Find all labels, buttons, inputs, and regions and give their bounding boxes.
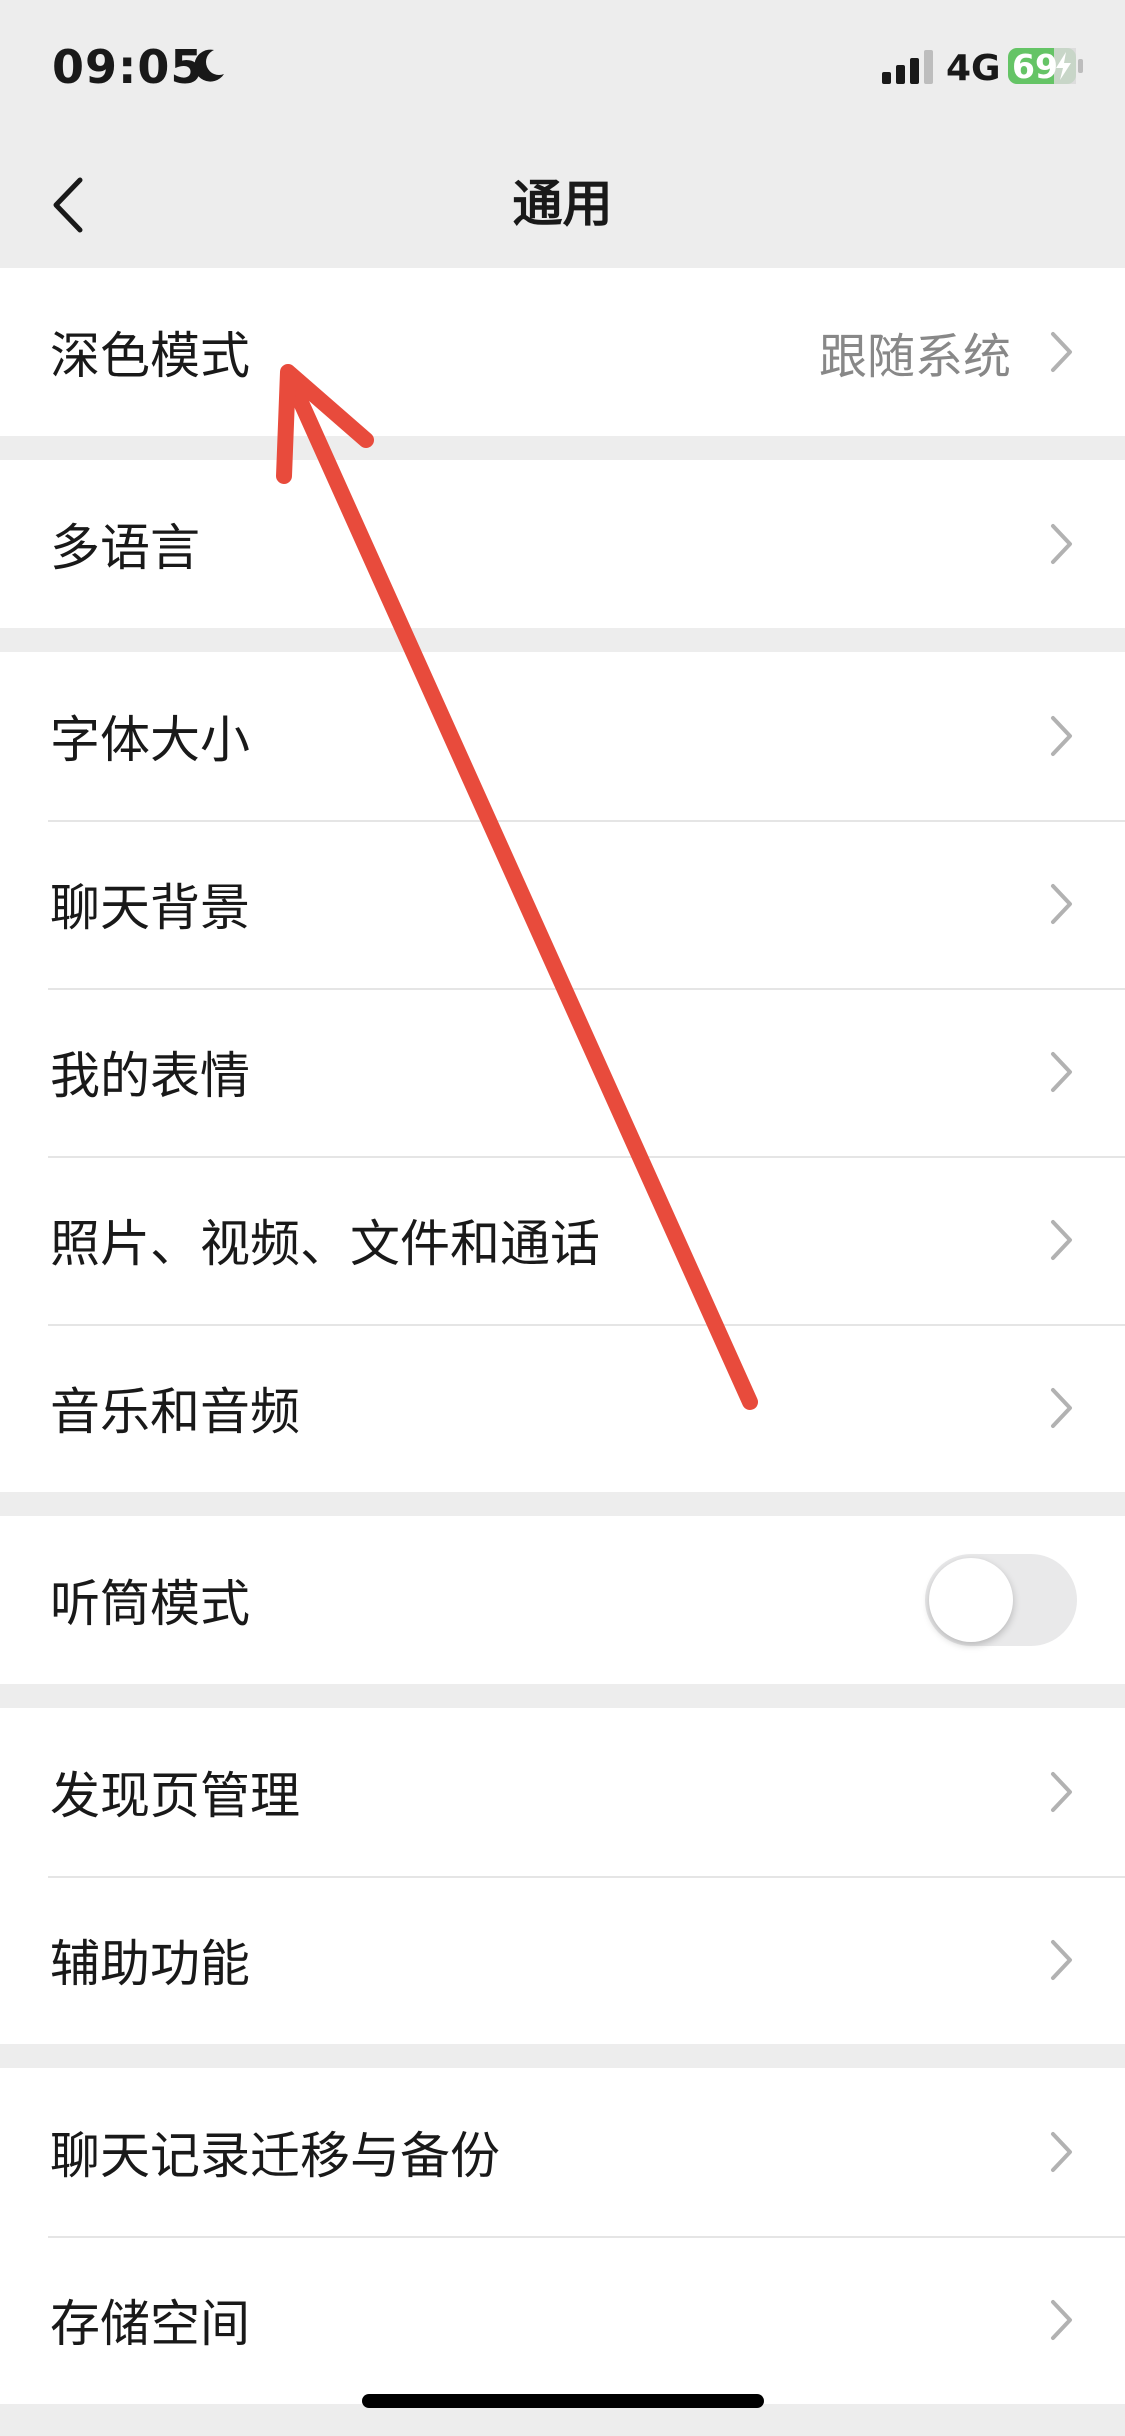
settings-item-label: 存储空间 <box>50 2295 250 2353</box>
status-time: 09:05 <box>52 40 204 94</box>
settings-item-font-size[interactable]: 字体大小 <box>0 652 1125 820</box>
settings-item-label: 字体大小 <box>50 711 250 769</box>
settings-item-receiver-mode: 听筒模式 <box>0 1516 1125 1684</box>
settings-group-storage: 聊天记录迁移与备份 存储空间 <box>0 2068 1125 2404</box>
toggle-knob <box>929 1558 1013 1642</box>
settings-item-music-audio[interactable]: 音乐和音频 <box>0 1324 1125 1492</box>
signal-icon <box>882 50 933 84</box>
settings-item-storage[interactable]: 存储空间 <box>0 2236 1125 2404</box>
settings-item-accessibility[interactable]: 辅助功能 <box>0 1876 1125 2044</box>
settings-item-label: 聊天背景 <box>50 879 250 937</box>
chevron-right-icon <box>1051 716 1072 756</box>
settings-item-label: 多语言 <box>50 519 200 577</box>
settings-item-label: 音乐和音频 <box>50 1383 300 1441</box>
chevron-right-icon <box>1051 524 1072 564</box>
chevron-right-icon <box>1051 332 1072 372</box>
battery-level: 69 <box>1012 47 1058 86</box>
settings-item-label: 辅助功能 <box>50 1935 250 1993</box>
chevron-right-icon <box>1051 1388 1072 1428</box>
settings-group-chat: 字体大小 聊天背景 我的表情 照片、视频、文件和通话 音乐和音频 <box>0 652 1125 1492</box>
status-bar: 09:05 4G 69 <box>0 0 1125 140</box>
settings-group-receiver: 听筒模式 <box>0 1516 1125 1684</box>
settings-item-my-stickers[interactable]: 我的表情 <box>0 988 1125 1156</box>
home-indicator <box>362 2394 764 2408</box>
settings-item-label: 聊天记录迁移与备份 <box>50 2127 500 2185</box>
settings-item-chat-background[interactable]: 聊天背景 <box>0 820 1125 988</box>
nav-bar: 通用 <box>0 140 1125 268</box>
settings-item-label: 照片、视频、文件和通话 <box>50 1215 600 1273</box>
page-title: 通用 <box>512 175 613 233</box>
settings-item-media-files-calls[interactable]: 照片、视频、文件和通话 <box>0 1156 1125 1324</box>
settings-item-label: 深色模式 <box>50 327 250 385</box>
chevron-right-icon <box>1051 1772 1072 1812</box>
chevron-right-icon <box>1051 2132 1072 2172</box>
settings-item-label: 听筒模式 <box>50 1575 250 1633</box>
settings-item-chat-history-backup[interactable]: 聊天记录迁移与备份 <box>0 2068 1125 2236</box>
network-type: 4G <box>946 48 1001 89</box>
settings-group-appearance: 深色模式 跟随系统 <box>0 268 1125 436</box>
settings-item-dark-mode[interactable]: 深色模式 跟随系统 <box>0 268 1125 436</box>
settings-item-value: 跟随系统 <box>818 329 1011 385</box>
settings-item-language[interactable]: 多语言 <box>0 460 1125 628</box>
moon-icon <box>194 49 224 82</box>
settings-item-label: 我的表情 <box>50 1047 250 1105</box>
settings-item-discover-management[interactable]: 发现页管理 <box>0 1708 1125 1876</box>
settings-group-language: 多语言 <box>0 460 1125 628</box>
chevron-right-icon <box>1051 1220 1072 1260</box>
chevron-right-icon <box>1051 1052 1072 1092</box>
chevron-right-icon <box>1051 2300 1072 2340</box>
receiver-mode-toggle[interactable] <box>925 1554 1077 1646</box>
settings-group-discover: 发现页管理 辅助功能 <box>0 1708 1125 2044</box>
chevron-right-icon <box>1051 884 1072 924</box>
settings-item-label: 发现页管理 <box>50 1767 300 1825</box>
chevron-right-icon <box>1051 1940 1072 1980</box>
